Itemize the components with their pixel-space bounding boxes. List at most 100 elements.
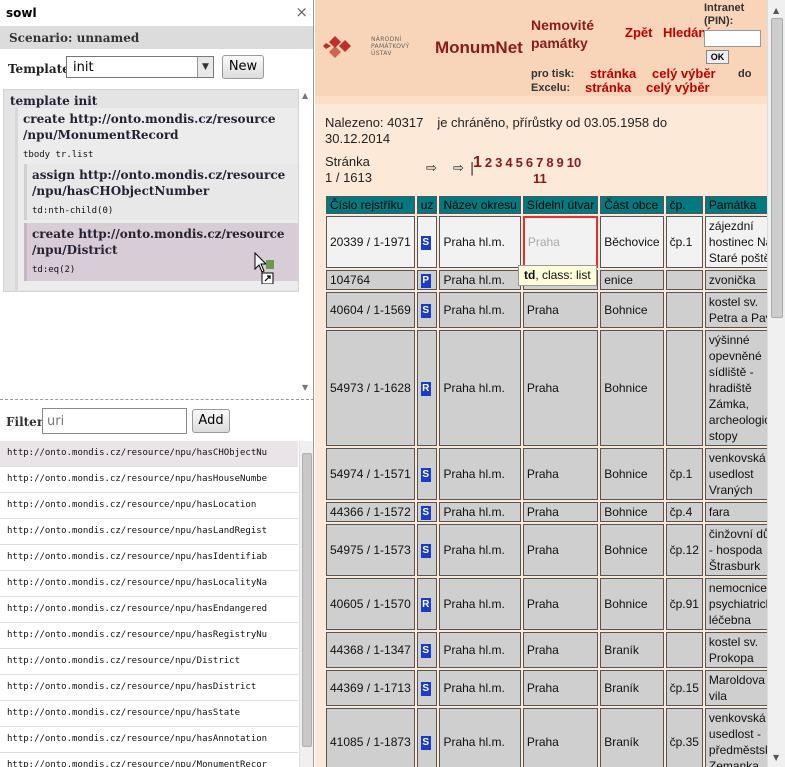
cell-district: Praha hl.m. <box>439 632 521 668</box>
table-row[interactable]: 40604 / 1-1569 S Praha hl.m. Praha Bohnice ko… <box>326 292 767 328</box>
cell-municipality-part: Bohnice <box>600 292 664 328</box>
column-header[interactable]: Památka <box>704 196 767 214</box>
filter-input[interactable] <box>42 408 187 434</box>
cell-municipality-part: Bohnice <box>600 448 664 500</box>
pin-input[interactable] <box>704 30 761 47</box>
table-row[interactable]: 54975 / 1-1573 S Praha hl.m. Praha Bohnice čp… <box>326 524 767 576</box>
cell-house-number: čp.12 <box>665 524 703 576</box>
cell-registry-number: 41085 / 1-1873 <box>326 708 415 767</box>
cell-monument: výšinné opevněné sídliště - hradiště Zám… <box>704 330 767 446</box>
cell-registry-number: 54975 / 1-1573 <box>326 524 415 576</box>
search-link[interactable]: Hledání <box>663 25 710 40</box>
column-header[interactable]: čp. <box>665 196 703 214</box>
page-link[interactable]: 8 <box>546 154 553 172</box>
uri-list-item[interactable]: http://onto.mondis.cz/resource/npu/hasId… <box>0 545 298 571</box>
uri-list-item[interactable]: http://onto.mondis.cz/resource/npu/Monum… <box>0 753 298 767</box>
page-link[interactable]: 1 <box>473 154 482 172</box>
cell-settlement: Praha <box>522 670 599 706</box>
uri-list-item[interactable]: http://onto.mondis.cz/resource/npu/hasEn… <box>0 597 298 623</box>
uri-text: http://onto.mondis.cz/resource/npu/hasAn… <box>7 734 268 744</box>
cell-municipality-part: Braník <box>600 670 664 706</box>
scroll-down-icon[interactable]: ▼ <box>302 383 308 392</box>
uri-list-scrollbar[interactable] <box>299 441 313 767</box>
protection-badge[interactable]: S <box>420 468 431 482</box>
page-link[interactable]: 4 <box>505 154 512 172</box>
panel-titlebar: sowl × <box>0 0 313 27</box>
uri-list-item[interactable]: http://onto.mondis.cz/resource/npu/hasLo… <box>0 493 298 519</box>
protection-badge[interactable]: P <box>420 274 431 288</box>
uri-list-item[interactable]: http://onto.mondis.cz/resource/npu/hasLo… <box>0 571 298 597</box>
protection-badge[interactable]: R <box>420 598 431 612</box>
brand-name[interactable]: MonumNet <box>435 38 523 58</box>
page-link[interactable]: 3 <box>495 154 502 172</box>
cell-house-number <box>665 292 703 328</box>
table-row[interactable]: 44368 / 1-1347 S Praha hl.m. Praha Braník kos… <box>326 632 767 668</box>
cell-settlement: Praha <box>522 448 599 500</box>
tree-node-ch-object-number[interactable]: assign http://onto.mondis.cz/resource /n… <box>24 164 298 220</box>
column-header[interactable]: Část obce <box>600 196 664 214</box>
uri-list-item[interactable]: http://onto.mondis.cz/resource/npu/hasSt… <box>0 701 298 727</box>
new-template-button[interactable]: New <box>222 55 264 79</box>
uri-list-item[interactable]: http://onto.mondis.cz/resource/npu/hasRe… <box>0 623 298 649</box>
uri-list-item[interactable]: http://onto.mondis.cz/resource/npu/hasDi… <box>0 675 298 701</box>
scroll-down-icon[interactable]: ▼ <box>773 753 779 762</box>
protection-badge[interactable]: R <box>420 382 431 396</box>
column-header[interactable]: Číslo rejstříku <box>326 196 415 214</box>
uri-list-item[interactable]: http://onto.mondis.cz/resource/npu/hasAn… <box>0 727 298 753</box>
scroll-thumb[interactable] <box>302 453 312 747</box>
scroll-thumb[interactable] <box>771 18 783 318</box>
protection-badge[interactable]: S <box>420 682 431 696</box>
page-link[interactable]: 9 <box>557 154 564 172</box>
protection-badge[interactable]: S <box>420 236 431 250</box>
browser-scrollbar[interactable]: ▲ ▼ <box>767 0 785 767</box>
results-body: Nalezeno: 40317 je chráněno, přírůstky od… <box>315 96 767 767</box>
uri-text: http://onto.mondis.cz/resource/npu/hasRe… <box>7 630 268 640</box>
add-button[interactable]: Add <box>192 409 230 433</box>
tree-scrollbar[interactable]: ▲ ▼ <box>299 89 313 396</box>
protection-badge[interactable]: S <box>420 506 431 520</box>
scroll-up-icon[interactable]: ▲ <box>773 6 779 15</box>
cell-district: Praha hl.m. <box>439 292 521 328</box>
column-header[interactable]: uz <box>416 196 438 214</box>
table-row[interactable]: 40605 / 1-1570 R Praha hl.m. Praha Bohnice čp… <box>326 578 767 630</box>
table-row[interactable]: 54974 / 1-1571 S Praha hl.m. Praha Bohnice čp… <box>326 448 767 500</box>
uri-list-item[interactable]: http://onto.mondis.cz/resource/npu/hasHo… <box>0 467 298 493</box>
uri-list-item[interactable]: http://onto.mondis.cz/resource/npu/hasLa… <box>0 519 298 545</box>
excel-all-link[interactable]: celý výběr <box>646 80 710 95</box>
table-row[interactable]: 41085 / 1-1873 S Praha hl.m. Praha Braník čp.… <box>326 708 767 767</box>
excel-page-link[interactable]: stránka <box>585 80 631 95</box>
page-link[interactable]: 2 <box>485 154 492 172</box>
table-row[interactable]: 20339 / 1-1971 S Praha hl.m. Praha Běchovice… <box>326 216 767 268</box>
tree-root-label[interactable]: template init <box>10 94 97 108</box>
protection-badge[interactable]: S <box>420 304 431 318</box>
protection-badge[interactable]: S <box>420 644 431 658</box>
close-icon[interactable]: × <box>295 3 308 21</box>
print-page-link[interactable]: stránka <box>590 66 636 81</box>
chevron-down-icon[interactable]: ▼ <box>197 57 213 77</box>
table-row[interactable]: 54973 / 1-1628 R Praha hl.m. Praha Bohnice vý… <box>326 330 767 446</box>
page-link[interactable]: 11 <box>533 170 547 188</box>
protection-badge[interactable]: S <box>420 736 431 750</box>
template-select[interactable]: init ▼ <box>66 56 214 78</box>
uri-list-item[interactable]: http://onto.mondis.cz/resource/npu/hasCH… <box>0 441 298 467</box>
ok-button[interactable]: OK <box>706 50 729 64</box>
table-row[interactable]: 44366 / 1-1572 S Praha hl.m. Praha Bohnice čp… <box>326 502 767 522</box>
protection-badge[interactable]: S <box>420 544 431 558</box>
page-link[interactable]: 10 <box>567 154 581 172</box>
column-header[interactable]: Sídelní útvar <box>522 196 599 214</box>
column-header[interactable]: Název okresu <box>439 196 521 214</box>
uri-text: http://onto.mondis.cz/resource/npu/hasCH… <box>7 448 268 458</box>
panel-divider[interactable] <box>0 399 313 400</box>
cell-monument: Maroldova vila <box>704 670 767 706</box>
screen: sowl × Scenario: unnamed Template: init … <box>0 0 785 767</box>
table-row[interactable]: 44369 / 1-1713 S Praha hl.m. Praha Braník čp.… <box>326 670 767 706</box>
page-link[interactable]: 6 <box>526 154 533 172</box>
uri-list-item[interactable]: http://onto.mondis.cz/resource/npu/Distr… <box>0 649 298 675</box>
cell-protection-badge: S <box>416 216 438 268</box>
tree-node-title: create http://onto.mondis.cz/resource /n… <box>23 112 276 142</box>
scroll-up-icon[interactable]: ▲ <box>302 91 308 100</box>
cell-monument: zájezdní hostinec Na Staré poště <box>704 216 767 268</box>
back-link[interactable]: Zpět <box>625 25 652 40</box>
print-all-link[interactable]: celý výběr <box>652 66 716 81</box>
page-link[interactable]: 5 <box>516 154 523 172</box>
